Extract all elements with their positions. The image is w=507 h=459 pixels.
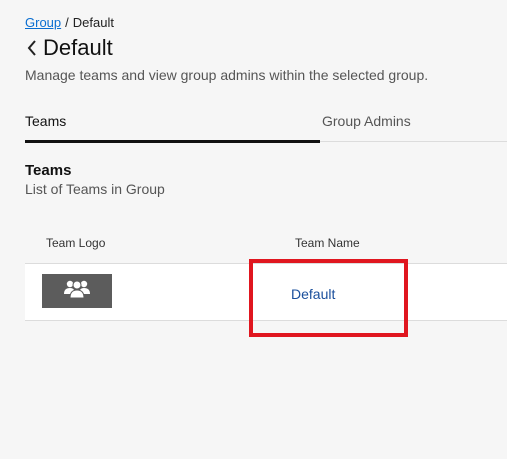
page-subtitle: Manage teams and view group admins withi… [25, 67, 429, 83]
tab-group-admins[interactable]: Group Admins [322, 104, 411, 142]
breadcrumb-group-link[interactable]: Group [25, 15, 61, 30]
breadcrumb-current: Default [72, 15, 114, 30]
table-header: Team Logo Team Name [25, 224, 507, 264]
page: Group / Default Default Manage teams and… [0, 0, 507, 459]
section-description: List of Teams in Group [25, 181, 165, 197]
column-header-team-name: Team Name [295, 236, 360, 250]
column-header-team-logo: Team Logo [46, 236, 106, 250]
team-name-link[interactable]: Default [291, 286, 335, 302]
title-row: Default [24, 34, 113, 62]
breadcrumb-separator: / [65, 15, 69, 30]
teams-table: Team Logo Team Name Default [25, 224, 507, 321]
tab-teams[interactable]: Teams [25, 104, 320, 143]
section-title: Teams [25, 162, 72, 179]
page-title: Default [43, 35, 113, 60]
chevron-left-icon[interactable] [24, 37, 40, 59]
team-logo [42, 274, 112, 308]
table-row[interactable]: Default [25, 264, 507, 321]
team-group-icon [62, 278, 92, 305]
tab-bar: Teams Group Admins [25, 104, 507, 143]
breadcrumb: Group / Default [25, 15, 114, 30]
